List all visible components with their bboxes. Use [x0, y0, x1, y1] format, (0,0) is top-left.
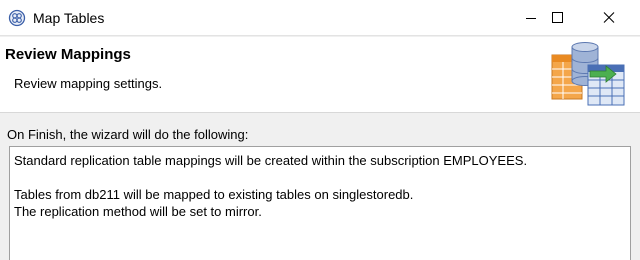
wizard-globe-icon — [8, 9, 26, 27]
wizard-header: Review Mappings Review mapping settings. — [0, 37, 640, 113]
summary-line: Standard replication table mappings will… — [14, 153, 528, 168]
summary-label: On Finish, the wizard will do the follow… — [7, 127, 249, 142]
database-tables-mapping-icon — [548, 41, 628, 109]
page-subtitle: Review mapping settings. — [14, 76, 163, 91]
summary-textarea[interactable]: Standard replication table mappings will… — [9, 146, 631, 260]
summary-blank-line — [14, 169, 626, 186]
close-button[interactable] — [586, 0, 632, 36]
page-title: Review Mappings — [5, 46, 131, 63]
maximize-icon — [552, 12, 563, 23]
summary-line: Tables from db211 will be mapped to exis… — [14, 187, 414, 202]
window-title: Map Tables — [33, 10, 105, 26]
maximize-button[interactable] — [534, 0, 580, 36]
close-icon — [603, 12, 615, 23]
title-bar: Map Tables — [0, 0, 640, 36]
summary-line: The replication method will be set to mi… — [14, 204, 262, 219]
